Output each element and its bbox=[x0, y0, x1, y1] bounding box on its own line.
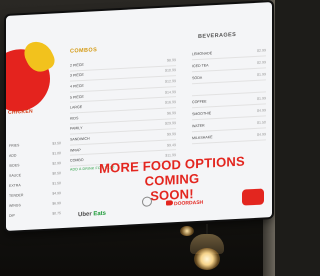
menu-item-price: $4.99 bbox=[257, 107, 266, 113]
menu-item-price: $4.99 bbox=[257, 131, 266, 137]
left-item-name: SAUCE bbox=[9, 173, 22, 178]
photo-scene: CHICKEN FRIES $3.50 ADD $1.00 SIDES $2.99 S… bbox=[0, 0, 275, 276]
menu-item-price: $2.99 bbox=[257, 59, 266, 65]
menu-item-price: $9.99 bbox=[167, 132, 176, 137]
left-item-price: $2.99 bbox=[52, 161, 61, 166]
combos-list: 2 PIECE $8.99 3 PIECE $10.99 4 PIECE $12.99… bbox=[70, 55, 176, 172]
menu-item-price: $1.99 bbox=[257, 71, 266, 77]
menu-item-name: LARGE bbox=[70, 105, 83, 110]
left-item-price: $3.50 bbox=[52, 141, 61, 146]
ubereats-text-a: Uber bbox=[78, 211, 92, 219]
ubereats-text-b: Eats bbox=[93, 210, 107, 218]
beverages-list: LEMONADE $2.99 ICED TEA $2.99 SODA $1.99 CO… bbox=[192, 44, 266, 145]
menu-item-name: WRAP bbox=[70, 147, 81, 153]
beverages-heading: BEVERAGES bbox=[198, 31, 237, 40]
menu-item-price: $2.99 bbox=[257, 47, 266, 53]
menu-item-price: $29.99 bbox=[165, 121, 176, 127]
combos-heading: COMBOS bbox=[70, 47, 98, 55]
menu-item-name: WATER bbox=[192, 123, 205, 128]
menu-item-name: SANDWICH bbox=[70, 136, 90, 142]
left-item-name: SIDES bbox=[9, 163, 20, 168]
menu-item-row: MILKSHAKE $4.99 bbox=[192, 128, 266, 145]
menu-item-name: KIDS bbox=[70, 115, 79, 121]
menu-item-name: ICED TEA bbox=[192, 62, 209, 68]
menu-item-name: 2 PIECE bbox=[70, 62, 84, 68]
menu-item-name: 3 PIECE bbox=[70, 73, 84, 79]
menu-item-price: $10.99 bbox=[165, 68, 176, 74]
menu-item-price: $6.99 bbox=[167, 110, 176, 116]
menu-item-price: $16.99 bbox=[165, 100, 176, 105]
left-item-price: $1.00 bbox=[52, 151, 61, 156]
left-item-price: $1.50 bbox=[52, 181, 61, 186]
menu-item-name: 4 PIECE bbox=[70, 83, 84, 89]
left-item-name: DIP bbox=[9, 213, 15, 218]
menu-item-name: 5 PIECE bbox=[70, 94, 84, 100]
menu-item-price: $8.99 bbox=[167, 57, 176, 63]
doordash-logo: DOORDASH bbox=[174, 199, 204, 208]
left-item-price: $0.50 bbox=[52, 171, 61, 176]
left-item-name: EXTRA bbox=[9, 183, 21, 188]
left-item-price: $6.99 bbox=[52, 201, 61, 206]
menu-item-price: $9.49 bbox=[167, 142, 176, 148]
menu-item-price: $1.50 bbox=[257, 119, 266, 125]
menu-item-name: MILKSHAKE bbox=[192, 134, 213, 140]
partner-logo-icon bbox=[142, 196, 152, 207]
ubereats-logo: Uber Eats bbox=[78, 211, 106, 218]
menu-item-price: $1.99 bbox=[257, 95, 266, 101]
left-item-name: TENDER bbox=[9, 193, 24, 198]
lamp-glow-small bbox=[180, 226, 194, 236]
menu-display: CHICKEN FRIES $3.50 ADD $1.00 SIDES $2.99 S… bbox=[6, 2, 272, 232]
menu-item-name: LEMONADE bbox=[192, 50, 213, 56]
menu-item-name: SODA bbox=[192, 75, 203, 80]
left-item-name: FRIES bbox=[9, 143, 20, 148]
menu-item-name: SMOOTHIE bbox=[192, 110, 212, 116]
left-item-price: $4.99 bbox=[52, 191, 61, 196]
menu-item-name: FAMILY bbox=[70, 126, 83, 132]
logo-text: CHICKEN bbox=[8, 108, 33, 116]
lamp-bulb-icon bbox=[194, 248, 220, 270]
left-menu-column: FRIES $3.50 ADD $1.00 SIDES $2.99 SAUCE $0.5… bbox=[9, 141, 61, 224]
menu-item-name: COFFEE bbox=[192, 98, 207, 104]
left-item-name: WINGS bbox=[9, 203, 21, 208]
partner-badge-icon bbox=[242, 188, 264, 206]
doordash-icon bbox=[166, 200, 173, 206]
left-item-price: $0.75 bbox=[52, 211, 61, 216]
left-item-name: ADD bbox=[9, 153, 17, 158]
menu-item-price: $12.99 bbox=[165, 79, 176, 84]
menu-item-price: $14.99 bbox=[165, 89, 176, 95]
